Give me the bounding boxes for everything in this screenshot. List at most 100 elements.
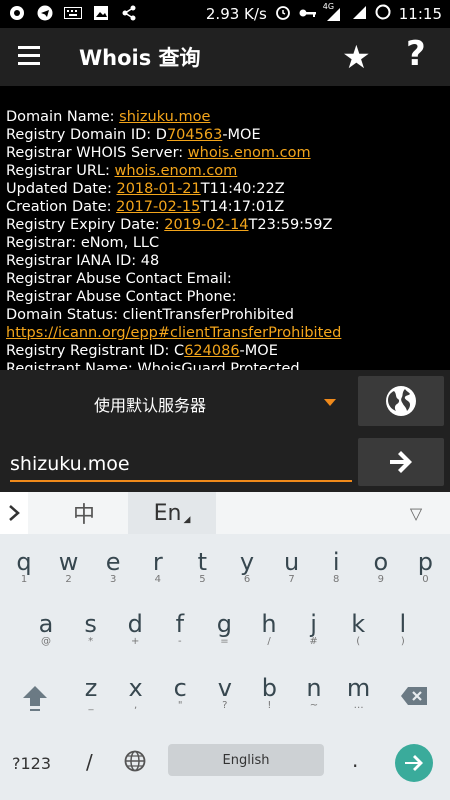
clock: 11:15 [398,5,442,23]
whois-link[interactable]: shizuku.moe [119,109,210,125]
whois-link[interactable]: 704563 [167,127,222,143]
globe-button[interactable] [358,376,444,426]
key-v[interactable]: v? [210,674,240,711]
mode-english-label: En [153,500,182,526]
key-n[interactable]: n ~ [299,674,329,711]
mode-chinese[interactable]: 中 [40,492,128,534]
key-y[interactable]: y6 [232,548,262,585]
key-main-label: i [332,548,340,576]
key-c[interactable]: c " [165,674,195,711]
whois-text: -MOE [239,343,278,359]
backspace-key[interactable] [400,686,428,710]
shift-key[interactable] [22,684,48,716]
whois-link[interactable]: 2017-02-15 [116,199,200,215]
key-u[interactable]: u7 [277,548,307,585]
key-secondary-label: @ [41,636,51,647]
key-secondary-label: / [267,636,271,647]
whois-link[interactable]: 624086 [184,343,239,359]
whois-line: Updated Date: 2018-01-21T11:40:22Z [6,180,341,198]
keyboard-notification-icon [64,4,82,22]
symbols-key[interactable]: ?123 [12,754,51,773]
whois-text: Registrar Abuse Contact Email: [6,271,232,287]
network-speed: 2.93 K/s [205,5,267,23]
key-o[interactable]: o9 [366,548,396,585]
key-h[interactable]: h / [254,610,284,647]
key-main-label: k [351,610,366,638]
key-secondary-label: * [88,636,94,647]
key-main-label: b [261,674,277,702]
key-q[interactable]: q1 [9,548,39,585]
mode-english[interactable]: En ◢ [128,492,216,534]
key-p[interactable]: p0 [410,548,440,585]
whois-link[interactable]: whois.enom.com [188,145,311,161]
key-s[interactable]: s * [76,610,106,647]
key-k[interactable]: k( [343,610,373,647]
key-j[interactable]: j # [299,610,329,647]
key-main-label: w [58,548,79,576]
key-secondary-label: 5 [199,574,206,585]
whois-line: Registrar IANA ID: 48 [6,252,341,270]
key-d[interactable]: d + [120,610,150,647]
globe-icon [386,386,416,416]
whois-text: Registrant Name: WhoisGuard Protected [6,361,300,370]
help-button[interactable]: ? [406,34,426,74]
dropdown-arrow-icon[interactable] [324,399,336,406]
key-secondary-label: 0 [422,574,429,585]
expand-toolbar-icon[interactable] [0,492,28,534]
whois-text: T23:59:59Z [248,217,333,233]
query-button[interactable] [358,438,444,486]
key-secondary-label: _ [88,700,94,711]
keyboard-toolbar: 中 En ◢ ▽ [0,492,450,534]
key-b[interactable]: b! [254,674,284,711]
star-icon[interactable]: ★ [342,38,371,76]
key-e[interactable]: e3 [98,548,128,585]
domain-input[interactable] [10,448,352,482]
whois-link[interactable]: 2019-02-14 [164,217,248,233]
key-g[interactable]: g = [209,610,239,647]
whois-result[interactable]: Domain Name: shizuku.moe Registry Domain … [0,86,450,370]
key-x[interactable]: x, [121,674,151,711]
key-main-label: e [105,548,121,576]
key-secondary-label: ( [356,636,361,647]
whois-line: Registrar URL: whois.enom.com [6,162,341,180]
key-main-label: p [417,548,433,576]
globe-key[interactable] [124,750,146,776]
key-f[interactable]: f- [165,610,195,647]
key-secondary-label: 9 [377,574,384,585]
signal-label: 4G [322,2,335,11]
whois-link[interactable]: whois.enom.com [115,163,238,179]
key-t[interactable]: t5 [187,548,217,585]
whois-link[interactable]: 2018-01-21 [116,181,200,197]
whois-text: Updated Date: [6,181,117,197]
whois-text: Registrar Abuse Contact Phone: [6,289,237,305]
whois-line: Registry Registrant ID: C624086-MOE [6,342,341,360]
key-z[interactable]: z _ [76,674,106,711]
language-globe-icon [124,750,146,772]
space-key[interactable]: English [168,744,324,776]
key-main-label: v [217,674,232,702]
whois-text: Registrar IANA ID: 48 [6,253,160,269]
slash-key[interactable]: / [86,750,93,774]
alarm-icon [275,4,291,24]
key-r[interactable]: r4 [143,548,173,585]
key-i[interactable]: i8 [321,548,351,585]
key-w[interactable]: w2 [54,548,84,585]
key-main-label: h [261,610,277,638]
key-secondary-label: ~ [309,700,319,711]
whois-link[interactable]: https://icann.org/epp#clientTransferProh… [6,325,341,341]
key-secondary-label: ? [222,700,228,711]
key-a[interactable]: a @ [31,610,61,647]
server-select-value[interactable]: 使用默认服务器 [94,392,206,416]
menu-icon[interactable] [18,46,42,66]
period-key[interactable]: . [352,748,358,772]
backspace-icon [401,687,427,705]
arrow-right-icon [405,755,423,771]
collapse-keyboard-icon[interactable]: ▽ [392,492,440,534]
whois-line: Registry Domain ID: D704563-MOE [6,126,341,144]
key-m[interactable]: m… [344,674,374,711]
key-l[interactable]: l) [388,610,418,647]
whois-line: Creation Date: 2017-02-15T14:17:01Z [6,198,341,216]
key-secondary-label: + [130,636,140,647]
enter-key[interactable] [395,744,433,782]
signal-icon: 4G [323,2,343,22]
